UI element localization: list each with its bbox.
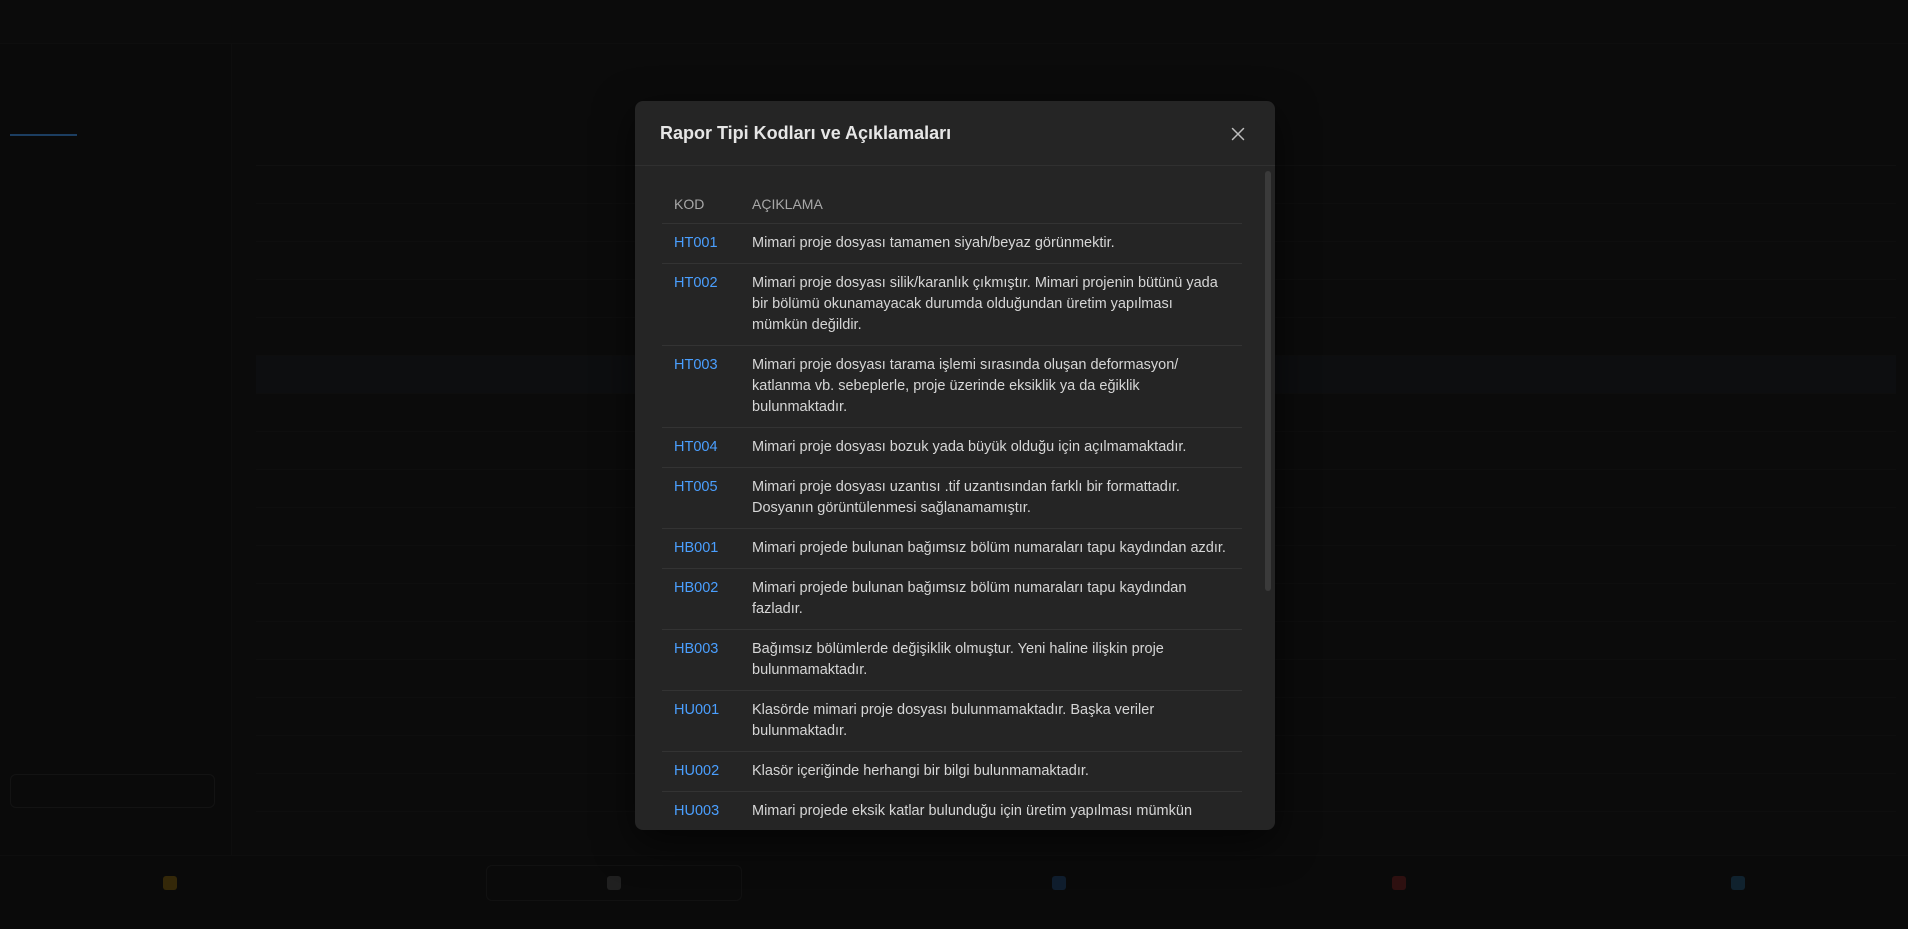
- description-cell: Mimari proje dosyası tarama işlemi sıras…: [742, 345, 1242, 428]
- table-row: HB002 Mimari projede bulunan bağımsız bö…: [662, 568, 1242, 630]
- close-button[interactable]: [1229, 125, 1247, 143]
- table-row: HT002 Mimari proje dosyası silik/karanlı…: [662, 263, 1242, 346]
- code-link[interactable]: HB002: [662, 568, 742, 630]
- modal-header: Rapor Tipi Kodları ve Açıklamaları: [635, 101, 1275, 166]
- modal-title: Rapor Tipi Kodları ve Açıklamaları: [660, 123, 952, 143]
- description-cell: Mimari proje dosyası uzantısı .tif uzant…: [742, 467, 1242, 529]
- description-cell: Mimari proje dosyası silik/karanlık çıkm…: [742, 263, 1242, 346]
- code-link[interactable]: HT004: [662, 427, 742, 468]
- modal-body: KOD AÇIKLAMA HT001 Mimari proje dosyası …: [635, 167, 1275, 830]
- column-header-description: AÇIKLAMA: [742, 185, 1242, 224]
- column-header-code: KOD: [662, 185, 742, 224]
- description-cell: Mimari proje dosyası tamamen siyah/beyaz…: [742, 223, 1242, 264]
- code-link[interactable]: HB001: [662, 528, 742, 569]
- table-row: HU002 Klasör içeriğinde herhangi bir bil…: [662, 751, 1242, 792]
- code-link[interactable]: HB003: [662, 629, 742, 691]
- description-cell: Mimari projede eksik katlar bulunduğu iç…: [742, 791, 1242, 830]
- code-link[interactable]: HU003: [662, 791, 742, 830]
- code-link[interactable]: HT005: [662, 467, 742, 529]
- table-row: HB001 Mimari projede bulunan bağımsız bö…: [662, 528, 1242, 569]
- code-link[interactable]: HT002: [662, 263, 742, 346]
- description-cell: Bağımsız bölümlerde değişiklik olmuştur.…: [742, 629, 1242, 691]
- code-link[interactable]: HU001: [662, 690, 742, 752]
- table-row: HB003 Bağımsız bölümlerde değişiklik olm…: [662, 629, 1242, 691]
- code-link[interactable]: HT003: [662, 345, 742, 428]
- description-cell: Klasör içeriğinde herhangi bir bilgi bul…: [742, 751, 1242, 792]
- description-cell: Mimari proje dosyası bozuk yada büyük ol…: [742, 427, 1242, 468]
- table-row: HU003 Mimari projede eksik katlar bulund…: [662, 791, 1242, 830]
- table-row: HU001 Klasörde mimari proje dosyası bulu…: [662, 690, 1242, 752]
- table-row: HT003 Mimari proje dosyası tarama işlemi…: [662, 345, 1242, 428]
- code-link[interactable]: HU002: [662, 751, 742, 792]
- table-row: HT004 Mimari proje dosyası bozuk yada bü…: [662, 427, 1242, 468]
- codes-table: KOD AÇIKLAMA HT001 Mimari proje dosyası …: [662, 185, 1242, 830]
- modal-scrollbar[interactable]: [1265, 171, 1271, 591]
- close-icon: [1229, 125, 1247, 143]
- description-cell: Klasörde mimari proje dosyası bulunmamak…: [742, 690, 1242, 752]
- report-codes-modal: Rapor Tipi Kodları ve Açıklamaları KOD A…: [635, 101, 1275, 830]
- code-link[interactable]: HT001: [662, 223, 742, 264]
- table-header-row: KOD AÇIKLAMA: [662, 185, 1242, 224]
- description-cell: Mimari projede bulunan bağımsız bölüm nu…: [742, 568, 1242, 630]
- description-cell: Mimari projede bulunan bağımsız bölüm nu…: [742, 528, 1242, 569]
- table-row: HT005 Mimari proje dosyası uzantısı .tif…: [662, 467, 1242, 529]
- table-row: HT001 Mimari proje dosyası tamamen siyah…: [662, 223, 1242, 264]
